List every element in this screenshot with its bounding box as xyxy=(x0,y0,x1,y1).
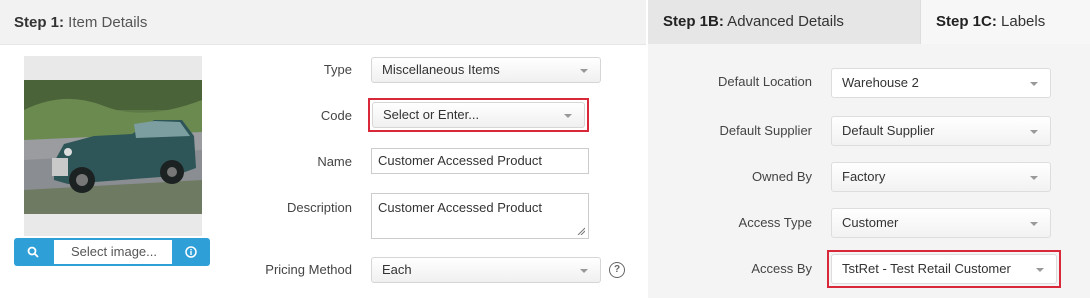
access-by-label: Access By xyxy=(751,261,812,276)
description-field[interactable]: Customer Accessed Product xyxy=(371,193,589,239)
default-location-label: Default Location xyxy=(718,74,812,89)
item-details-panel: Step 1: Item Details Select image... Typ… xyxy=(0,0,646,298)
description-label: Description xyxy=(286,200,352,215)
info-icon xyxy=(185,246,197,258)
tab-labels-label: Labels xyxy=(996,13,1046,30)
type-value: Miscellaneous Items xyxy=(382,62,500,77)
select-image-input[interactable]: Select image... xyxy=(52,238,176,266)
access-type-select[interactable]: Customer xyxy=(831,208,1051,238)
pricing-method-value: Each xyxy=(382,262,412,277)
access-by-select[interactable]: TstRet - Test Retail Customer xyxy=(831,254,1057,284)
access-type-label: Access Type xyxy=(738,215,812,230)
tab-advanced-step: Step 1B: xyxy=(663,13,724,30)
image-search-button[interactable] xyxy=(14,238,52,266)
name-field[interactable]: Customer Accessed Product xyxy=(371,148,589,174)
default-location-value: Warehouse 2 xyxy=(842,75,919,90)
access-by-value: TstRet - Test Retail Customer xyxy=(842,261,1011,276)
step-number: Step 1: xyxy=(14,14,65,31)
chevron-down-icon xyxy=(580,269,588,273)
tab-advanced-details[interactable]: Step 1B: Advanced Details xyxy=(648,0,920,44)
code-label: Code xyxy=(320,108,352,123)
owned-by-select[interactable]: Factory xyxy=(831,162,1051,192)
owned-by-value: Factory xyxy=(842,169,886,184)
chevron-down-icon xyxy=(1030,82,1038,86)
access-type-value: Customer xyxy=(842,215,899,230)
code-value: Select or Enter... xyxy=(383,107,480,122)
image-select-bar: Select image... xyxy=(14,238,210,266)
default-location-select[interactable]: Warehouse 2 xyxy=(831,68,1051,98)
product-image-frame xyxy=(24,56,202,236)
code-select[interactable]: Select or Enter... xyxy=(372,102,585,128)
name-label: Name xyxy=(317,154,352,169)
image-info-button[interactable] xyxy=(172,238,210,266)
type-label: Type xyxy=(323,62,352,77)
default-supplier-label: Default Supplier xyxy=(719,123,813,138)
tab-labels-step: Step 1C: xyxy=(936,13,997,30)
advanced-details-panel: Step 1B: Advanced Details Step 1C: Label… xyxy=(648,0,1090,298)
resize-handle-icon[interactable] xyxy=(577,227,585,235)
type-select[interactable]: Miscellaneous Items xyxy=(371,57,601,83)
panel-title: Step 1: Item Details xyxy=(14,14,147,31)
description-value: Customer Accessed Product xyxy=(378,200,543,215)
default-supplier-value: Default Supplier xyxy=(842,123,935,138)
search-icon xyxy=(27,246,39,258)
help-icon[interactable]: ? xyxy=(609,262,625,278)
chevron-down-icon xyxy=(580,69,588,73)
chevron-down-icon xyxy=(1030,130,1038,134)
chevron-down-icon xyxy=(1030,176,1038,180)
chevron-down-icon xyxy=(564,114,572,118)
item-form-page: Step 1: Item Details Select image... Typ… xyxy=(0,0,1090,298)
pricing-method-label: Pricing Method xyxy=(265,262,352,277)
tab-advanced-label: Advanced Details xyxy=(723,13,844,30)
chevron-down-icon xyxy=(1036,268,1044,272)
chevron-down-icon xyxy=(1030,222,1038,226)
item-details-header: Step 1: Item Details xyxy=(0,0,646,45)
step-title: Item Details xyxy=(64,14,148,31)
tab-labels[interactable]: Step 1C: Labels xyxy=(920,0,1090,44)
pricing-method-select[interactable]: Each xyxy=(371,257,601,283)
owned-by-label: Owned By xyxy=(752,169,812,184)
product-image xyxy=(24,80,202,214)
default-supplier-select[interactable]: Default Supplier xyxy=(831,116,1051,146)
